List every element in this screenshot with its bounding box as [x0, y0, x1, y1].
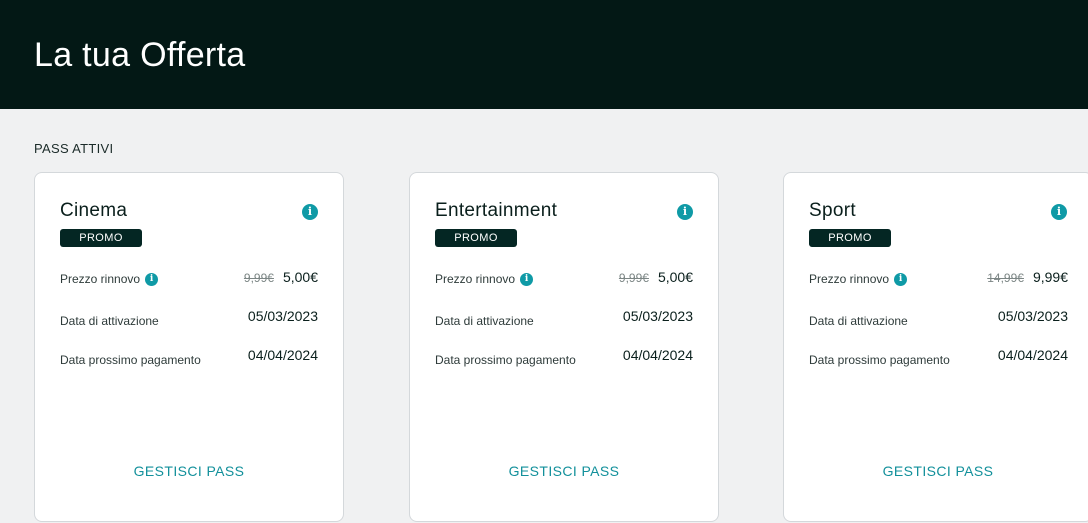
- activation-date-label: Data di attivazione: [60, 314, 159, 328]
- next-payment-label: Data prossimo pagamento: [809, 353, 950, 367]
- next-payment-row: Data prossimo pagamento 04/04/2024: [809, 347, 1068, 367]
- renewal-price-row: Prezzo rinnovo i 9,99€ 5,00€: [60, 269, 318, 289]
- pass-title: Entertainment: [435, 200, 558, 221]
- info-icon[interactable]: i: [302, 204, 318, 220]
- next-payment-date: 04/04/2024: [622, 347, 693, 363]
- activation-date: 05/03/2023: [997, 308, 1068, 324]
- pass-card-sport: Sport i PROMO Prezzo rinnovo i 14,99€ 9,…: [783, 172, 1088, 522]
- renewal-price-row: Prezzo rinnovo i 9,99€ 5,00€: [435, 269, 693, 289]
- next-payment-date: 04/04/2024: [997, 347, 1068, 363]
- info-icon[interactable]: i: [145, 272, 159, 286]
- page-title: La tua Offerta: [34, 36, 246, 74]
- activation-date-row: Data di attivazione 05/03/2023: [60, 308, 318, 328]
- renewal-price-values: 14,99€ 9,99€: [987, 269, 1068, 285]
- manage-pass-button[interactable]: GESTISCI PASS: [410, 463, 718, 479]
- info-icon[interactable]: i: [894, 272, 908, 286]
- activation-date-label: Data di attivazione: [435, 314, 534, 328]
- next-payment-date: 04/04/2024: [247, 347, 318, 363]
- renewal-price-label-group: Prezzo rinnovo i: [435, 272, 534, 286]
- renewal-price-values: 9,99€ 5,00€: [619, 269, 693, 285]
- next-payment-label: Data prossimo pagamento: [435, 353, 576, 367]
- page-header: La tua Offerta: [0, 0, 1088, 109]
- activation-date-row: Data di attivazione 05/03/2023: [435, 308, 693, 328]
- next-payment-label: Data prossimo pagamento: [60, 353, 201, 367]
- activation-date-row: Data di attivazione 05/03/2023: [809, 308, 1068, 328]
- activation-date-label: Data di attivazione: [809, 314, 908, 328]
- section-label-active-passes: PASS ATTIVI: [34, 141, 114, 156]
- renewal-price-label: Prezzo rinnovo: [435, 272, 516, 286]
- old-price: 14,99€: [987, 271, 1024, 285]
- promo-badge: PROMO: [809, 229, 891, 247]
- activation-date: 05/03/2023: [247, 308, 318, 324]
- renewal-price-label-group: Prezzo rinnovo i: [60, 272, 159, 286]
- manage-pass-button[interactable]: GESTISCI PASS: [35, 463, 343, 479]
- pass-card-entertainment: Entertainment i PROMO Prezzo rinnovo i 9…: [409, 172, 719, 522]
- pass-title: Sport: [809, 200, 856, 221]
- activation-date: 05/03/2023: [622, 308, 693, 324]
- renewal-price-label: Prezzo rinnovo: [60, 272, 141, 286]
- renewal-price-label: Prezzo rinnovo: [809, 272, 890, 286]
- next-payment-row: Data prossimo pagamento 04/04/2024: [435, 347, 693, 367]
- pass-title: Cinema: [60, 200, 128, 221]
- info-icon[interactable]: i: [1051, 204, 1067, 220]
- old-price: 9,99€: [618, 271, 649, 285]
- manage-pass-button[interactable]: GESTISCI PASS: [784, 463, 1088, 479]
- renewal-price-row: Prezzo rinnovo i 14,99€ 9,99€: [809, 269, 1068, 289]
- renewal-price: 5,00€: [657, 269, 693, 285]
- renewal-price-label-group: Prezzo rinnovo i: [809, 272, 908, 286]
- promo-badge: PROMO: [60, 229, 142, 247]
- old-price: 9,99€: [243, 271, 274, 285]
- renewal-price-values: 9,99€ 5,00€: [244, 269, 318, 285]
- renewal-price: 5,00€: [282, 269, 318, 285]
- pass-cards-list: Cinema i PROMO Prezzo rinnovo i 9,99€ 5,…: [34, 172, 1088, 523]
- info-icon[interactable]: i: [520, 272, 534, 286]
- promo-badge: PROMO: [435, 229, 517, 247]
- renewal-price: 9,99€: [1032, 269, 1068, 285]
- next-payment-row: Data prossimo pagamento 04/04/2024: [60, 347, 318, 367]
- info-icon[interactable]: i: [677, 204, 693, 220]
- pass-card-cinema: Cinema i PROMO Prezzo rinnovo i 9,99€ 5,…: [34, 172, 344, 522]
